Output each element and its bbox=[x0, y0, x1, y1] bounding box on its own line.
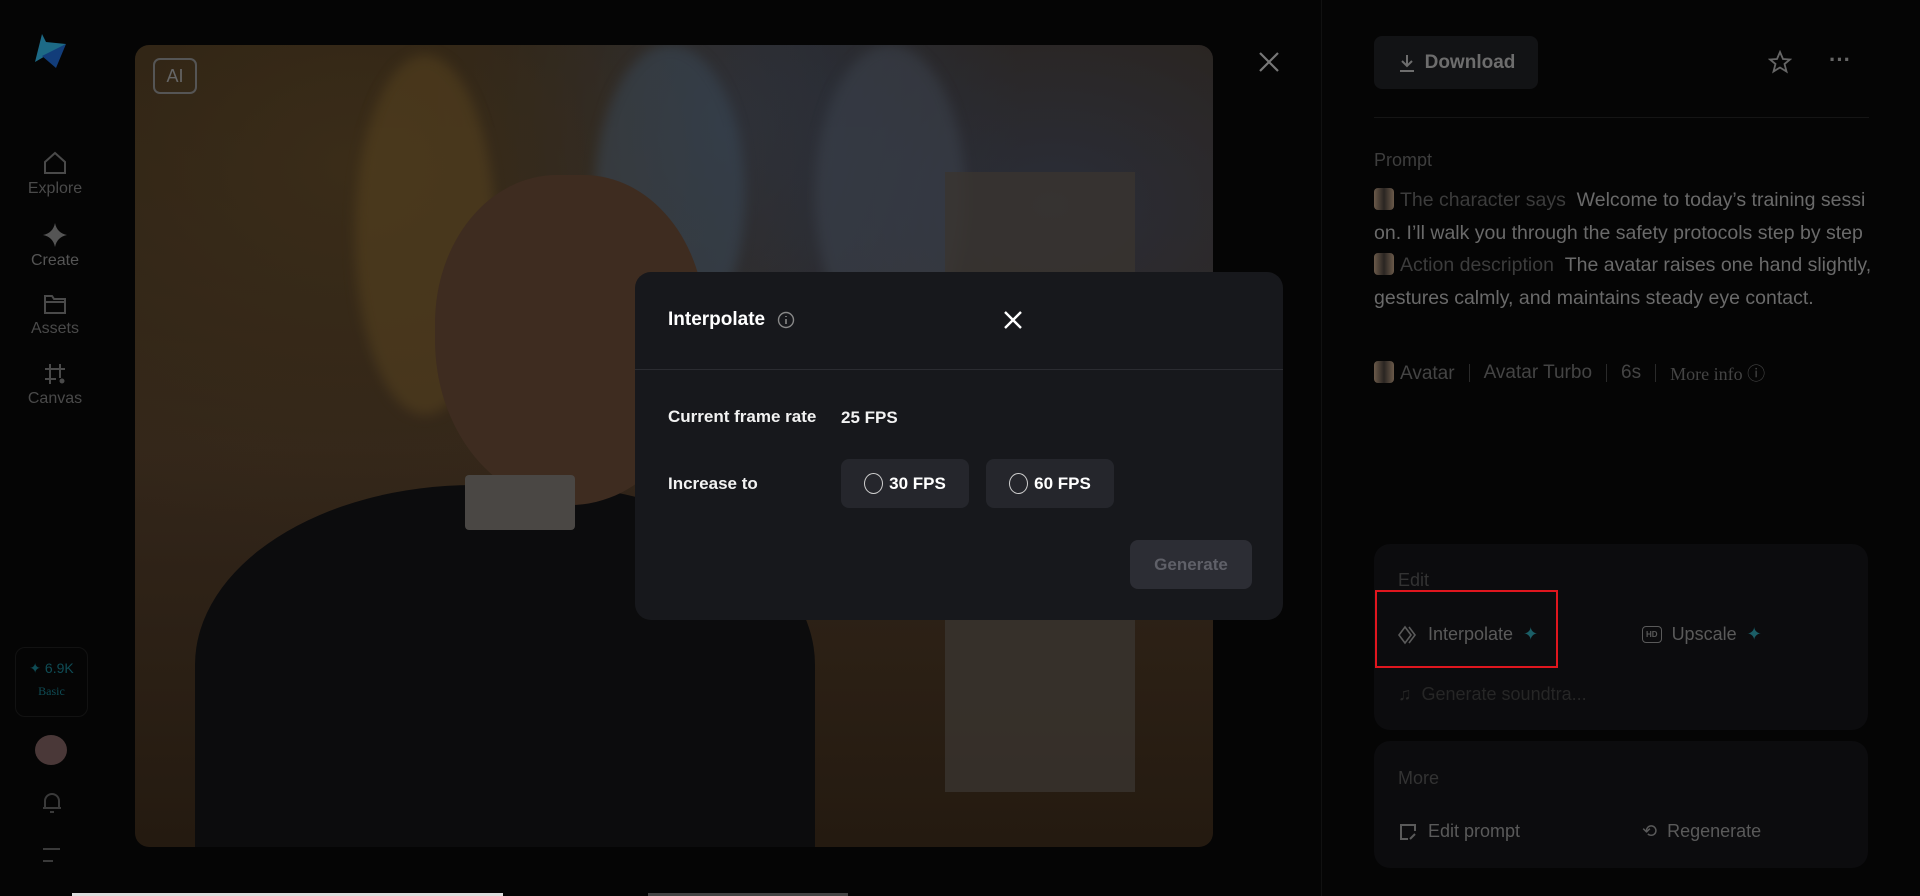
radio-button[interactable] bbox=[864, 473, 884, 494]
upscale-button[interactable]: HD Upscale ✦ bbox=[1642, 624, 1762, 645]
increase-to-label: Increase to bbox=[668, 474, 758, 493]
prompt-tag: Action description bbox=[1400, 254, 1554, 276]
edit-card: Edit Interpolate ✦ HD Upscale ✦ ♫ Generate … bbox=[1374, 544, 1868, 730]
meta-duration: 6s bbox=[1621, 362, 1642, 383]
divider bbox=[635, 369, 1283, 370]
soundtrack-label: Generate soundtra... bbox=[1421, 684, 1587, 704]
edit-prompt-label: Edit prompt bbox=[1428, 821, 1521, 841]
highlight-box bbox=[1375, 590, 1558, 668]
collar bbox=[465, 475, 575, 530]
sidebar-item-label: Create bbox=[30, 252, 80, 269]
music-icon: ♫ bbox=[1398, 684, 1412, 704]
meta-type: Avatar bbox=[1400, 363, 1455, 384]
info-icon: ⓘ bbox=[1747, 364, 1766, 384]
sparkle-icon: ✦ bbox=[29, 660, 42, 676]
sparkle-icon bbox=[43, 223, 67, 247]
sidebar: Explore Create Assets Canvas ✦ 6.9K Basi… bbox=[0, 0, 110, 896]
regenerate-button[interactable]: ⟲ Regenerate bbox=[1642, 821, 1761, 842]
download-icon bbox=[1399, 54, 1414, 72]
hd-icon: HD bbox=[1642, 626, 1662, 643]
meta-row: Avatar Avatar Turbo 6s More info ⓘ bbox=[1374, 360, 1765, 386]
bell-icon[interactable] bbox=[40, 790, 64, 816]
avatar-thumbnail bbox=[1374, 361, 1394, 383]
refresh-icon: ⟲ bbox=[1642, 821, 1658, 841]
star-icon[interactable] bbox=[1768, 50, 1792, 74]
avatar-thumbnail bbox=[1374, 253, 1394, 275]
plan-label: Basic bbox=[38, 684, 65, 698]
current-frame-rate-value: 25 FPS bbox=[841, 408, 898, 427]
folder-icon bbox=[44, 295, 66, 314]
current-frame-rate-label: Current frame rate bbox=[668, 407, 817, 426]
close-icon[interactable] bbox=[1258, 51, 1280, 73]
prompt-label: Prompt bbox=[1374, 150, 1433, 170]
sidebar-item-canvas[interactable]: Canvas bbox=[0, 362, 110, 408]
more-options-icon[interactable]: ··· bbox=[1829, 47, 1851, 73]
meta-model: Avatar Turbo bbox=[1483, 362, 1593, 383]
interpolate-dialog: Interpolate Current frame rate 25 FPS In… bbox=[635, 272, 1283, 620]
avatar[interactable] bbox=[35, 735, 67, 765]
option-60-fps[interactable]: 60 FPS bbox=[986, 459, 1114, 508]
ai-badge: AI bbox=[153, 58, 197, 94]
home-icon bbox=[44, 151, 66, 174]
dialog-title: Interpolate bbox=[668, 309, 766, 330]
radio-button[interactable] bbox=[1009, 473, 1029, 494]
app-logo[interactable] bbox=[32, 34, 70, 70]
generate-soundtrack-button[interactable]: ♫ Generate soundtra... bbox=[1398, 684, 1587, 705]
sidebar-item-label: Canvas bbox=[27, 390, 83, 407]
avatar-thumbnail bbox=[1374, 188, 1394, 210]
download-button[interactable]: Download bbox=[1374, 36, 1538, 89]
regenerate-label: Regenerate bbox=[1667, 821, 1762, 841]
credits-badge[interactable]: ✦ 6.9K Basic bbox=[15, 647, 88, 717]
sidebar-item-label: Assets bbox=[30, 320, 79, 337]
edit-title: Edit bbox=[1398, 570, 1430, 590]
sidebar-item-assets[interactable]: Assets bbox=[0, 292, 110, 338]
canvas-icon bbox=[45, 364, 65, 384]
download-label: Download bbox=[1424, 51, 1516, 73]
sidebar-item-create[interactable]: Create bbox=[0, 222, 110, 270]
sidebar-item-label: Explore bbox=[27, 180, 83, 197]
more-title: More bbox=[1398, 768, 1440, 788]
prompt-text: The character says Welcome to today’s tr… bbox=[1374, 184, 1874, 314]
divider bbox=[1374, 117, 1869, 118]
sidebar-item-explore[interactable]: Explore bbox=[0, 150, 110, 198]
more-card: More Edit prompt ⟲ Regenerate bbox=[1374, 741, 1868, 868]
menu-icon[interactable] bbox=[40, 846, 64, 864]
prompt-tag: The character says bbox=[1400, 189, 1566, 211]
close-icon[interactable] bbox=[1003, 310, 1023, 330]
option-30-fps[interactable]: 30 FPS bbox=[841, 459, 969, 508]
more-info-link[interactable]: More info ⓘ bbox=[1670, 360, 1765, 386]
sparkle-icon: ✦ bbox=[1746, 624, 1762, 644]
edit-prompt-button[interactable]: Edit prompt bbox=[1398, 821, 1520, 842]
credits-amount: 6.9K bbox=[44, 660, 74, 676]
edit-icon bbox=[1400, 823, 1416, 840]
upscale-label: Upscale bbox=[1671, 624, 1737, 644]
generate-button[interactable]: Generate bbox=[1130, 540, 1252, 589]
info-icon[interactable] bbox=[777, 311, 795, 329]
